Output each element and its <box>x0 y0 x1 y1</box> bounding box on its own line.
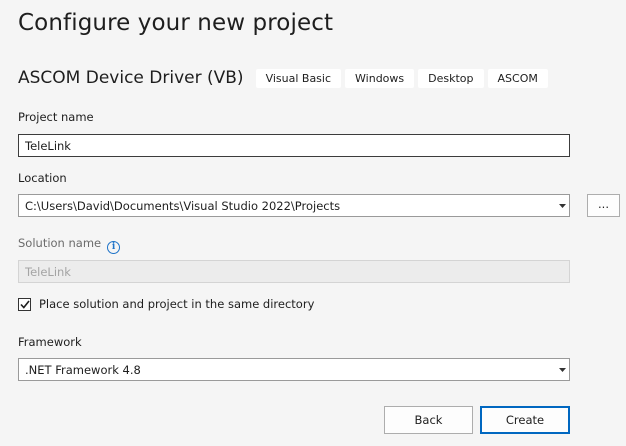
project-name-label: Project name <box>18 110 94 124</box>
solution-name-label: Solution name <box>18 236 102 250</box>
location-combobox[interactable]: C:\Users\David\Documents\Visual Studio 2… <box>18 194 570 217</box>
location-label: Location <box>18 171 67 185</box>
solution-name-label-row: Solution name i <box>18 236 121 254</box>
template-name: ASCOM Device Driver (VB) <box>18 68 244 88</box>
tag-visual-basic: Visual Basic <box>255 68 342 88</box>
same-directory-option[interactable]: Place solution and project in the same d… <box>18 297 314 311</box>
browse-button[interactable]: ... <box>587 194 620 217</box>
project-name-input[interactable] <box>18 134 570 157</box>
dropdown-arrow-icon[interactable] <box>555 195 569 216</box>
tag-windows: Windows <box>345 68 415 88</box>
template-summary: ASCOM Device Driver (VB) Visual Basic Wi… <box>18 66 552 90</box>
page-title: Configure your new project <box>18 10 334 36</box>
tag-desktop: Desktop <box>418 68 484 88</box>
framework-label: Framework <box>18 335 82 349</box>
tag-ascom: ASCOM <box>487 68 548 88</box>
solution-name-input <box>18 260 570 283</box>
framework-value: .NET Framework 4.8 <box>25 362 141 377</box>
dropdown-arrow-icon[interactable] <box>555 359 569 380</box>
same-directory-checkbox[interactable] <box>18 297 31 311</box>
create-button[interactable]: Create <box>480 406 570 434</box>
location-value: C:\Users\David\Documents\Visual Studio 2… <box>25 198 341 213</box>
same-directory-label: Place solution and project in the same d… <box>39 297 315 311</box>
framework-combobox[interactable]: .NET Framework 4.8 <box>18 358 570 381</box>
back-button[interactable]: Back <box>384 406 473 434</box>
info-icon[interactable]: i <box>107 240 121 254</box>
